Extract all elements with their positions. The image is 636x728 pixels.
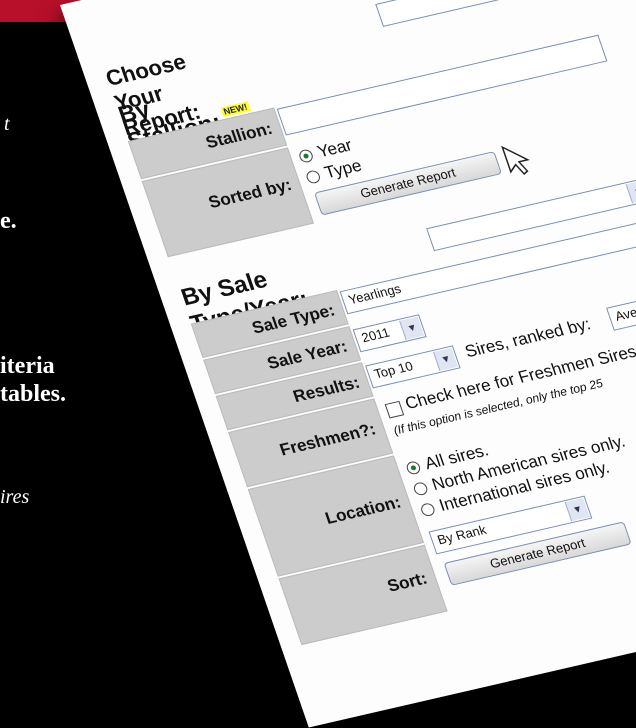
mouse-cursor-icon xyxy=(501,145,530,175)
bg-text-1: t xyxy=(4,113,10,135)
results-value: Top 10 xyxy=(371,358,415,382)
radio-unselected-icon xyxy=(304,169,322,185)
stallion-input[interactable] xyxy=(276,34,608,136)
bg-text-5: ires xyxy=(0,486,30,508)
chevron-down-icon: ▼ xyxy=(432,347,459,372)
ranked-by-select[interactable]: Avera xyxy=(606,292,636,331)
bg-text-2: e. xyxy=(0,208,17,234)
radio-selected-icon xyxy=(297,148,315,164)
report-type-select[interactable]: ▼ xyxy=(375,0,598,27)
sort-value: By Rank xyxy=(435,522,489,548)
radio-selected-icon xyxy=(404,460,422,476)
sale-year-value: 2011 xyxy=(359,324,392,346)
chevron-down-icon: ▼ xyxy=(564,497,590,522)
bg-text-4: tables. xyxy=(0,381,66,407)
sale-year-select[interactable]: 2011 ▼ xyxy=(352,314,427,353)
radio-unselected-icon xyxy=(412,481,430,497)
chevron-down-icon: ▼ xyxy=(399,316,425,340)
radio-unselected-icon xyxy=(419,502,437,518)
freshmen-checkbox[interactable] xyxy=(384,400,405,419)
report-form-panel: Choose Your Report: ▼ By Stallion:NEW! S… xyxy=(60,0,636,728)
chevron-down-icon: ▼ xyxy=(625,180,636,204)
bg-text-3: iteria xyxy=(0,353,55,379)
results-select[interactable]: Top 10 ▼ xyxy=(365,345,461,389)
